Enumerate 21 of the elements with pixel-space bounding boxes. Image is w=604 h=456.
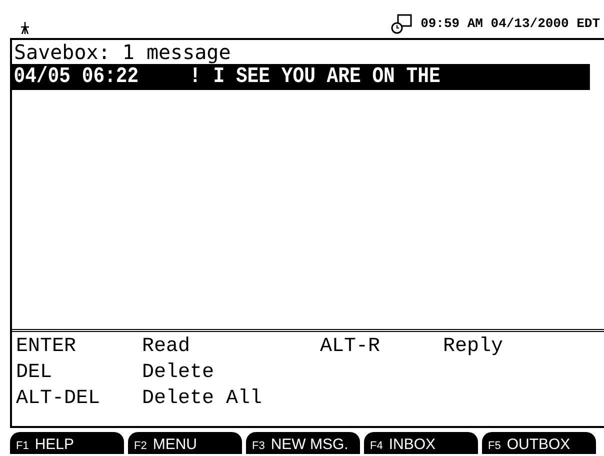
key-name: ENTER [16, 334, 78, 360]
calendar-clock-icon [390, 14, 413, 34]
message-row[interactable]: 04/05 06:22 ! I SEE YOU ARE ON THE [12, 64, 590, 90]
key-name: ALT-R [320, 334, 382, 360]
key-name: DEL [16, 360, 54, 386]
function-key-button[interactable]: F5 OUTBOX [482, 432, 596, 454]
key-name: ALT-DEL [16, 386, 102, 412]
mailbox-title: Savebox: 1 message [13, 40, 232, 64]
key-action: Read [142, 334, 192, 360]
key-action: Reply [443, 334, 504, 360]
antenna-icon [20, 22, 30, 34]
function-key-button[interactable]: F3 NEW MSG. [246, 432, 360, 454]
key-action: Delete All [142, 386, 264, 412]
message-date: 04/05 06:22 [14, 64, 140, 90]
message-subject: I SEE YOU ARE ON THE [213, 64, 440, 90]
key-action: Delete [142, 360, 216, 386]
function-key-button[interactable]: F1 HELP [10, 432, 124, 454]
function-key-button[interactable]: F2 MENU [128, 432, 242, 454]
priority-text: ! [188, 64, 202, 90]
function-key-button[interactable]: F4 INBOX [364, 432, 478, 454]
status-datetime: 09:59 AM 04/13/2000 EDT [420, 15, 600, 34]
